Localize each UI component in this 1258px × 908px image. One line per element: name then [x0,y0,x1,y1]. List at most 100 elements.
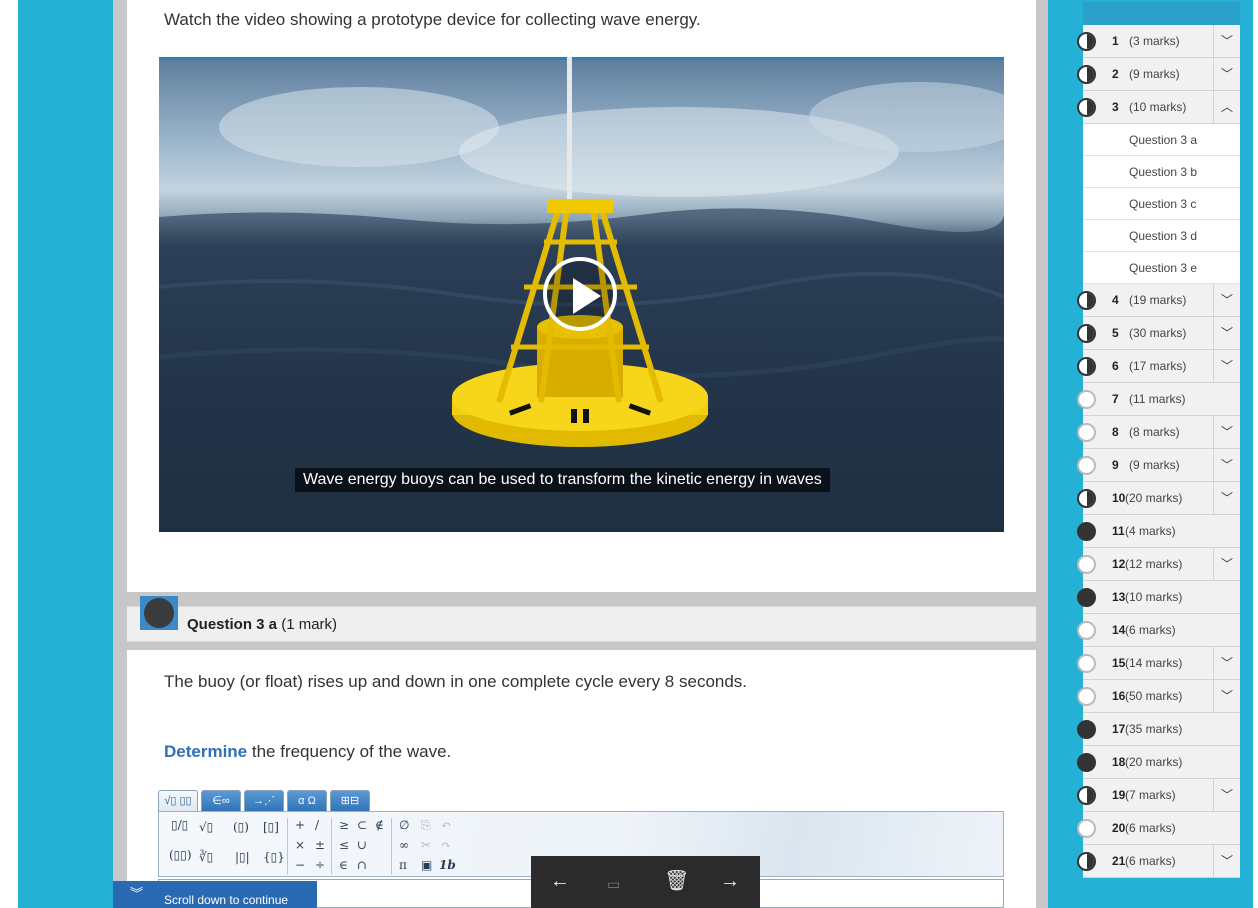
minus-button[interactable]: − [295,858,305,872]
intersect-button[interactable]: ∩ [357,858,367,872]
parentheses-button[interactable]: (▯) [233,820,249,834]
nav-question-3[interactable]: 3 (10 marks) ︿ [1077,91,1240,124]
geq-button[interactable]: ≥ [339,818,349,832]
chevron-up-icon[interactable]: ︿ [1213,91,1240,124]
question-title: Question 3 a (1 mark) [187,616,337,633]
chevron-down-icon[interactable]: ﹀ [1213,449,1240,482]
braces-button[interactable]: {▯} [263,850,285,864]
tab-sets[interactable]: ∈∞ [201,790,241,812]
divide-slash-button[interactable]: / [315,818,319,832]
progress-circle-icon [1077,720,1096,739]
abs-button[interactable]: |▯| [235,850,250,864]
video-caption: Wave energy buoys can be used to transfo… [295,468,830,492]
union-button[interactable]: ∪ [357,838,367,852]
nav-question-13[interactable]: 13 (10 marks) [1077,581,1240,614]
chevron-down-icon[interactable]: ﹀ [1213,416,1240,449]
brackets-button[interactable]: [▯] [263,820,279,834]
nav-question-4[interactable]: 4 (19 marks) ﹀ [1077,284,1240,317]
nav-question-marks: (20 marks) [1125,755,1183,769]
chevron-down-icon[interactable]: ﹀ [1213,779,1240,812]
nav-question-15[interactable]: 15 (14 marks) ﹀ [1077,647,1240,680]
nav-question-21[interactable]: 21 (6 marks) ﹀ [1077,845,1240,878]
in-button[interactable]: ∈ [339,858,348,872]
nthroot-button[interactable]: ∛▯ [199,850,213,864]
binomial-button[interactable]: (▯▯) [169,848,192,862]
arrow-left-icon[interactable]: ← [550,870,570,892]
nav-question-2[interactable]: 2 (9 marks) ﹀ [1077,58,1240,91]
play-icon[interactable] [543,257,617,331]
intro-text: Watch the video showing a prototype devi… [164,10,701,29]
pi-button[interactable]: π [399,858,407,872]
tab-greek[interactable]: α Ω [287,790,327,812]
emptyset-button[interactable]: ∅ [399,818,409,832]
cut-icon[interactable]: ✂ [421,838,431,852]
nav-question-7[interactable]: 7 (11 marks) [1077,383,1240,416]
nav-question-number: 18 [1112,755,1126,769]
nav-subquestion[interactable]: Question 3 c [1083,188,1240,220]
nav-question-11[interactable]: 11 (4 marks) [1077,515,1240,548]
progress-circle-icon [1077,621,1096,640]
nav-question-16[interactable]: 16 (50 marks) ﹀ [1077,680,1240,713]
chevron-down-icon[interactable]: ﹀ [1213,284,1240,317]
chevron-down-icon[interactable]: ﹀ [1213,680,1240,713]
chevron-down-icon[interactable]: ﹀ [1213,647,1240,680]
divide-button[interactable]: ÷ [315,858,325,872]
redo-icon[interactable]: ↷ [441,838,451,852]
copy-icon[interactable]: ▣ [421,858,432,872]
nav-question-14[interactable]: 14 (6 marks) [1077,614,1240,647]
chevron-down-icon[interactable]: ﹀ [1213,482,1240,515]
undo-icon[interactable]: ↶ [441,818,451,832]
chevron-down-icon[interactable]: ﹀ [1213,58,1240,91]
plus-button[interactable]: + [295,818,305,832]
nav-question-9[interactable]: 9 (9 marks) ﹀ [1077,449,1240,482]
arrow-right-icon[interactable]: → [720,870,740,892]
nav-question-number: 1 [1112,34,1119,48]
nav-question-20[interactable]: 20 (6 marks) [1077,812,1240,845]
nav-subquestion[interactable]: Question 3 b [1083,156,1240,188]
sqrt-button[interactable]: √▯ [199,820,213,834]
nav-question-marks: (9 marks) [1129,458,1180,472]
notin-button[interactable]: ∉ [375,818,384,832]
video-player[interactable]: Wave energy buoys can be used to transfo… [159,57,1004,532]
nav-subquestion[interactable]: Question 3 d [1083,220,1240,252]
nav-question-12[interactable]: 12 (12 marks) ﹀ [1077,548,1240,581]
infinity-button[interactable]: ∞ [399,838,409,852]
nav-question-8[interactable]: 8 (8 marks) ﹀ [1077,416,1240,449]
nav-question-17[interactable]: 17 (35 marks) [1077,713,1240,746]
times-button[interactable]: × [295,838,305,852]
nav-question-1[interactable]: 1 (3 marks) ﹀ [1077,25,1240,58]
subset-button[interactable]: ⊂ [357,818,367,832]
question-navigator: 1 (3 marks) ﹀ 2 (9 marks) ﹀ 3 (10 marks) ︿ Questi… [1077,25,1240,878]
nav-question-19[interactable]: 19 (7 marks) ﹀ [1077,779,1240,812]
nav-subquestion[interactable]: Question 3 e [1083,252,1240,284]
nav-question-number: 6 [1112,359,1119,373]
calculator-icon[interactable]: ▭ [607,873,620,895]
text-style-button[interactable]: 1b [439,858,456,872]
progress-circle-icon [1077,555,1096,574]
chevron-down-icon[interactable]: ﹀ [1213,548,1240,581]
left-background [18,0,113,908]
nav-subquestion[interactable]: Question 3 a [1083,124,1240,156]
tab-matrix[interactable]: ⊞⊟ [330,790,370,812]
nav-question-18[interactable]: 18 (20 marks) [1077,746,1240,779]
nav-question-marks: (10 marks) [1125,590,1183,604]
nav-question-5[interactable]: 5 (30 marks) ﹀ [1077,317,1240,350]
progress-circle-icon [1077,852,1096,871]
tab-roots[interactable]: √▯ ▯▯ [158,790,198,812]
chevron-down-icon[interactable]: ﹀ [1213,317,1240,350]
nav-question-10[interactable]: 10 (20 marks) ﹀ [1077,482,1240,515]
tab-arrows[interactable]: →⋰ [244,790,284,812]
instruction-rest: the frequency of the wave. [247,742,452,761]
trash-icon[interactable]: 🗑 [664,870,689,892]
paste-icon[interactable]: ⎘ [421,818,431,833]
plusminus-button[interactable]: ± [315,838,325,852]
chevron-down-icon[interactable]: ﹀ [1213,25,1240,58]
nav-question-number: 7 [1112,392,1119,406]
fraction-button[interactable]: ▯/▯ [171,818,188,832]
progress-circle-icon [1077,423,1096,442]
page-margin-left [0,0,18,908]
chevron-down-icon[interactable]: ﹀ [1213,350,1240,383]
nav-question-6[interactable]: 6 (17 marks) ﹀ [1077,350,1240,383]
leq-button[interactable]: ≤ [339,838,349,852]
chevron-down-icon[interactable]: ﹀ [1213,845,1240,878]
